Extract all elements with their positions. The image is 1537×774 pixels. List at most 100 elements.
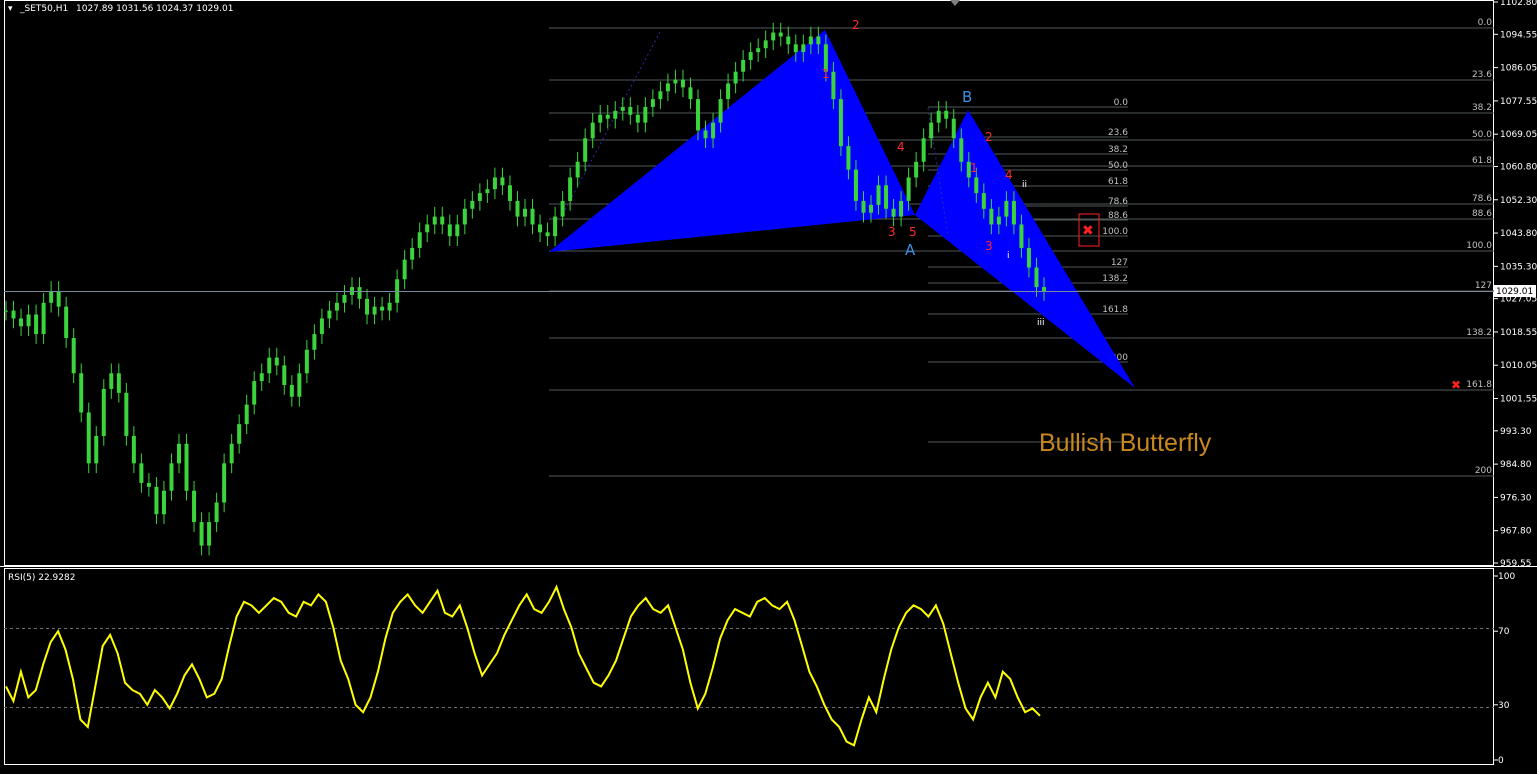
candle-body xyxy=(500,177,505,186)
fib-level-label: 100.0 xyxy=(1466,241,1492,251)
fib-level-label: 61.8 xyxy=(1472,156,1492,166)
candle-body xyxy=(1042,287,1046,292)
point-a-label: A xyxy=(905,241,916,259)
candle-body xyxy=(192,490,197,523)
candle-body xyxy=(523,208,527,217)
target-cross-icon[interactable]: ✖ xyxy=(1082,223,1094,239)
candle-body xyxy=(899,200,904,217)
candle-body xyxy=(507,185,512,201)
candle-body xyxy=(154,486,159,515)
candle-body xyxy=(244,404,249,425)
wave-label: 4 xyxy=(1005,168,1013,182)
candle-body xyxy=(914,161,919,178)
candle-body xyxy=(628,106,633,115)
price-tick-label: 1086.05 xyxy=(1500,64,1537,74)
candle-body xyxy=(959,138,964,162)
candle-body xyxy=(372,306,377,315)
fib-level-label: 23.6 xyxy=(1108,128,1128,138)
candle-body xyxy=(515,200,520,217)
price-axis: 1102.80 1094.55 1086.05 1077.55 1069.05 1060.… xyxy=(1494,0,1537,569)
candle-body xyxy=(477,193,482,201)
chart-menu-icon[interactable]: ▾ xyxy=(8,4,13,14)
candle-body xyxy=(425,224,430,233)
shift-marker-icon[interactable] xyxy=(950,0,960,6)
pattern-label: Bullish Butterfly xyxy=(1039,429,1212,457)
candle-body xyxy=(906,177,911,201)
fib-level-label: 200 xyxy=(1475,466,1492,476)
price-panel-frame xyxy=(4,0,1494,566)
fib-level-label: 38.2 xyxy=(1472,103,1492,113)
candle-body xyxy=(598,114,603,123)
candle-body xyxy=(635,114,640,123)
trading-chart[interactable]: ▾ _SET50,H1 1027.89 1031.56 1024.37 1029… xyxy=(0,0,1537,774)
candle-body xyxy=(981,193,986,209)
candle-body xyxy=(177,443,181,464)
fib-level-label: 23.6 xyxy=(1472,70,1492,80)
candle-body xyxy=(974,177,979,194)
candle-body xyxy=(831,71,836,100)
candle-body xyxy=(891,208,896,217)
wave-label: 2 xyxy=(985,130,993,144)
candle-body xyxy=(470,200,475,209)
candle-body xyxy=(327,310,332,319)
candle-body xyxy=(711,122,716,139)
candle-body xyxy=(816,36,821,45)
candle-body xyxy=(778,32,783,37)
candle-body xyxy=(568,177,573,201)
price-tick-label: 1069.05 xyxy=(1500,130,1537,140)
candle-body xyxy=(229,443,234,464)
candle-body xyxy=(462,208,467,225)
candle-body xyxy=(1019,224,1024,248)
fib-level-label: 61.8 xyxy=(1108,177,1128,187)
candle-body xyxy=(41,302,46,335)
candle-body xyxy=(771,32,776,41)
candle-body xyxy=(1034,267,1039,288)
price-tick-label: 1077.55 xyxy=(1500,97,1537,107)
candle-body xyxy=(643,106,648,123)
pattern-xab-triangle[interactable] xyxy=(549,30,915,252)
pattern-bcd-triangle[interactable] xyxy=(915,110,1135,388)
price-tick-label: 976.30 xyxy=(1500,493,1532,503)
candle-body xyxy=(936,110,941,123)
sub-wave-label: iii xyxy=(1037,318,1045,328)
candle-body xyxy=(696,99,700,131)
candle-body xyxy=(297,373,302,397)
candle-body xyxy=(131,435,136,464)
candle-body xyxy=(929,122,934,139)
wave-label: 5 xyxy=(909,225,917,239)
candle-body xyxy=(741,59,746,72)
candle-body xyxy=(455,224,460,237)
candle-body xyxy=(763,40,768,49)
candle-body xyxy=(274,357,279,366)
butterfly-pattern[interactable] xyxy=(549,30,1135,388)
wave-label: 1 xyxy=(822,67,830,81)
fib-level-label: 138.2 xyxy=(1102,274,1128,284)
price-tick-label: 1027.05 xyxy=(1500,295,1537,305)
candle-body xyxy=(688,87,693,100)
price-tick-label: 1001.55 xyxy=(1500,395,1537,405)
candle-body xyxy=(184,443,189,491)
candle-body xyxy=(703,130,708,139)
symbol-label: _SET50,H1 xyxy=(19,4,68,14)
candle-body xyxy=(222,463,227,503)
fib-level-label: 0.0 xyxy=(1478,18,1493,28)
sub-wave-label: ii xyxy=(1022,180,1027,190)
rsi-tick-label: 30 xyxy=(1498,701,1510,711)
candle-body xyxy=(620,106,625,111)
candle-body xyxy=(11,310,16,319)
candle-body xyxy=(387,302,392,311)
candle-body xyxy=(786,36,791,45)
target-cross-icon-2[interactable]: ✖ xyxy=(1451,378,1461,392)
candle-body xyxy=(748,52,753,60)
candle-body xyxy=(605,114,610,119)
wave-label: 3 xyxy=(888,225,896,239)
candle-body xyxy=(26,314,31,327)
candlestick-series xyxy=(4,22,1046,556)
candle-body xyxy=(19,318,24,327)
candle-body xyxy=(590,122,595,139)
price-tick-label: 1018.55 xyxy=(1500,328,1537,338)
candle-body xyxy=(944,110,949,119)
candle-body xyxy=(71,338,76,374)
candle-body xyxy=(86,412,91,464)
ohlc-readout: 1027.89 1031.56 1024.37 1029.01 xyxy=(76,4,233,14)
